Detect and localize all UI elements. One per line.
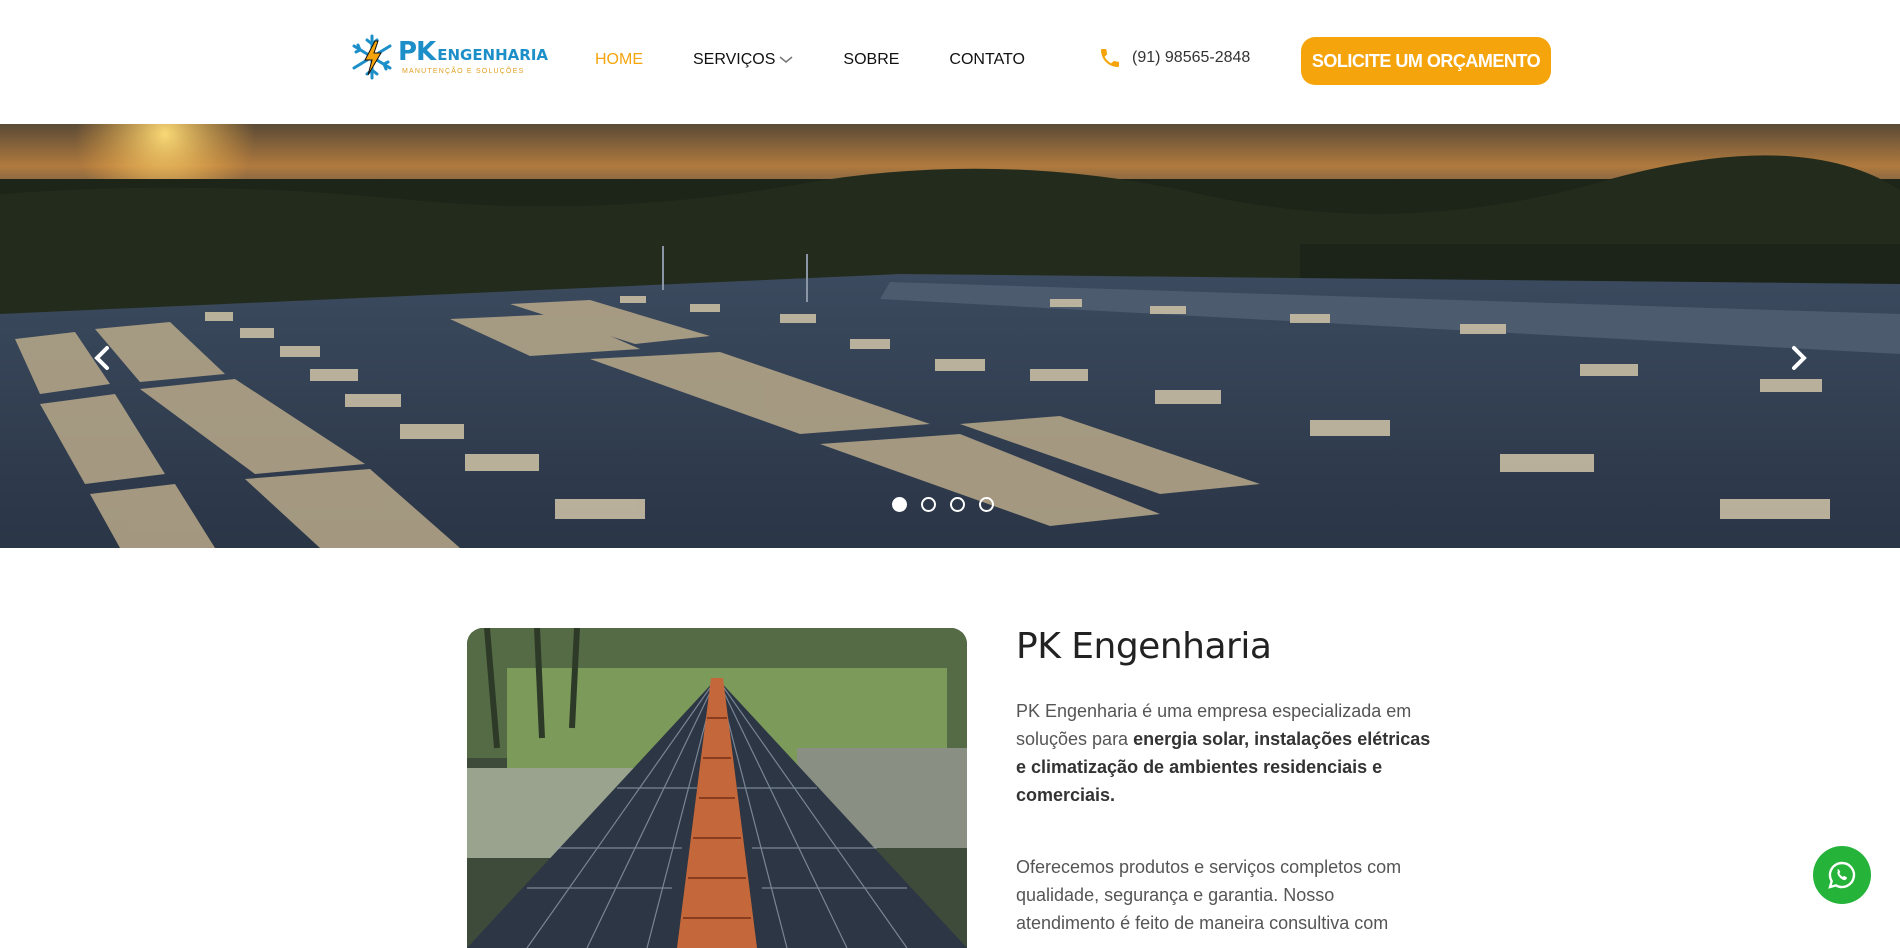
- chevron-down-icon: [779, 56, 793, 63]
- nav-contato[interactable]: CONTATO: [949, 51, 1025, 69]
- nav-servicos[interactable]: SERVIÇOS: [693, 51, 793, 69]
- request-quote-button[interactable]: SOLICITE UM ORÇAMENTO: [1301, 37, 1551, 85]
- about-image-solar-panels: [467, 628, 967, 948]
- nav-sobre[interactable]: SOBRE: [843, 51, 899, 69]
- whatsapp-icon: [1828, 861, 1856, 889]
- logo-snowflake-bolt-icon: [348, 33, 396, 81]
- slider-dots: [892, 497, 1008, 512]
- hero-slider: [0, 124, 1900, 548]
- phone-icon: [1101, 49, 1119, 67]
- phone-number: (91) 98565-2848: [1132, 49, 1251, 66]
- whatsapp-button[interactable]: [1813, 846, 1871, 904]
- logo-name: ENGENHARIA: [437, 46, 549, 64]
- site-header: PK ENGENHARIA MANUTENÇÃO E SOLUÇÕES HOME…: [0, 0, 1900, 124]
- nav-servicos-label: SERVIÇOS: [693, 51, 776, 68]
- slider-dot-4[interactable]: [979, 497, 994, 512]
- hero-image-solar-roof: [0, 124, 1900, 548]
- logo-pk: PK: [398, 37, 436, 67]
- about-paragraph-2: Oferecemos produtos e serviços completos…: [1016, 857, 1402, 933]
- nav-home[interactable]: HOME: [595, 51, 643, 69]
- slider-dot-2[interactable]: [921, 497, 936, 512]
- chevron-left-icon[interactable]: [88, 338, 118, 378]
- logo[interactable]: PK ENGENHARIA MANUTENÇÃO E SOLUÇÕES: [348, 32, 548, 82]
- slider-dot-1[interactable]: [892, 497, 907, 512]
- logo-tagline: MANUTENÇÃO E SOLUÇÕES: [402, 68, 525, 75]
- main-nav: HOME SERVIÇOS SOBRE CONTATO: [595, 51, 1075, 69]
- chevron-right-icon[interactable]: [1783, 338, 1813, 378]
- phone-link[interactable]: (91) 98565-2848: [1098, 46, 1250, 70]
- about-paragraph-1: PK Engenharia é uma empresa especializad…: [1016, 697, 1436, 809]
- about-title: PK Engenharia: [1016, 626, 1272, 667]
- slider-dot-3[interactable]: [950, 497, 965, 512]
